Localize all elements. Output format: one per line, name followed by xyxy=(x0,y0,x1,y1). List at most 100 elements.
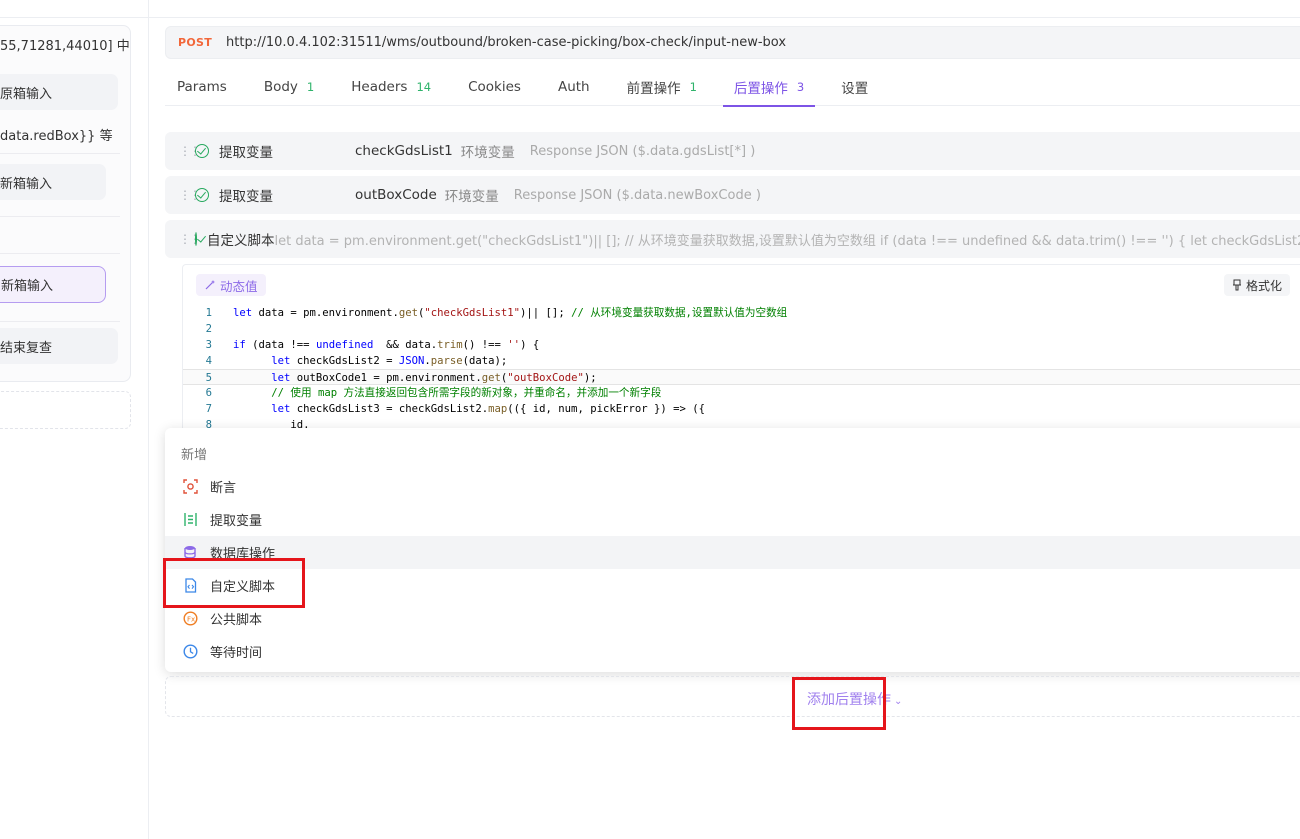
sidebar-add-area[interactable] xyxy=(0,391,131,429)
sidebar-item-new-box-input-selected[interactable]: 新箱输入 xyxy=(0,266,106,303)
drag-handle-icon[interactable]: ⋮⋮ xyxy=(179,144,201,158)
sidebar-top-divider xyxy=(0,17,149,18)
tab-cookies[interactable]: Cookies xyxy=(468,68,521,106)
highlight-box-add-button xyxy=(792,677,886,730)
tab-post-operations[interactable]: 后置操作 3 xyxy=(722,68,816,107)
post-op-scope: 环境变量 xyxy=(444,189,499,205)
line-number: 7 xyxy=(205,403,212,415)
main-top-divider xyxy=(149,17,1300,18)
post-op-variable-name: checkGdsList1 xyxy=(355,143,453,159)
menu-item-custom-script[interactable]: 自定义脚本 xyxy=(165,569,1300,602)
request-tabs: Params Body 1 Headers 14 Cookies Auth 前置操作… xyxy=(165,68,1300,107)
highlight-box-custom-script xyxy=(163,558,305,608)
post-op-row-extract-1[interactable]: ⋮⋮ 提取变量 checkGdsList1 环境变量 Response JSON… xyxy=(165,132,1300,170)
drag-handle-icon[interactable]: ⋮⋮ xyxy=(179,232,201,246)
code-text: let outBoxCode1 = pm.environment.get("ou… xyxy=(271,372,597,384)
sidebar: 55,71281,44010] 中 原箱输入 data.redBox}} 等 新… xyxy=(0,0,149,839)
code-text: if (data !== undefined && data.trim() !=… xyxy=(233,339,540,351)
tab-params[interactable]: Params xyxy=(177,68,227,106)
tab-label: Cookies xyxy=(468,79,521,95)
format-label: 格式化 xyxy=(1245,278,1282,293)
sidebar-divider xyxy=(0,216,120,217)
menu-item-database[interactable]: 数据库操作 xyxy=(165,536,1300,569)
tab-label: Params xyxy=(177,79,227,95)
tab-label: 设置 xyxy=(841,81,869,97)
tab-pre-operations[interactable]: 前置操作 1 xyxy=(627,68,697,106)
menu-item-assert[interactable]: 断言 xyxy=(165,470,1300,503)
tab-settings[interactable]: 设置 xyxy=(841,68,868,106)
sidebar-item-label: 新箱输入 xyxy=(0,176,53,192)
sidebar-item-end-recheck[interactable]: 结束复查 xyxy=(0,328,118,364)
line-number: 6 xyxy=(205,387,212,399)
request-url[interactable]: http://10.0.4.102:31511/wms/outbound/bro… xyxy=(226,35,786,50)
code-line: 4 let checkGdsList2 = JSON.parse(data); xyxy=(183,353,1300,369)
menu-item-wait-time[interactable]: 等待时间 xyxy=(165,635,1300,668)
menu-item-public-script[interactable]: Fx 公共脚本 xyxy=(165,602,1300,635)
sidebar-item-original-box-input[interactable]: 原箱输入 xyxy=(0,74,118,110)
add-post-op-menu: 新增 断言 提取变量 数据库操作 自定义脚本 Fx 公共脚本 等待时间 xyxy=(165,428,1300,672)
sidebar-item-label: 55,71281,44010] 中 xyxy=(0,38,130,54)
sidebar-item-redbox-text: data.redBox}} 等 xyxy=(0,124,149,144)
tab-label: 后置操作 xyxy=(733,81,788,97)
extract-variable-icon xyxy=(182,512,198,528)
sidebar-item-response-text: 55,71281,44010] 中 xyxy=(0,34,149,54)
code-line: 2 xyxy=(183,321,1300,337)
tab-count-badge: 14 xyxy=(416,80,432,94)
dynamic-value-button[interactable]: 动态值 xyxy=(196,274,266,296)
post-op-row-custom-script[interactable]: ⋮⋮ 自定义脚本 let data = pm.environment.get("… xyxy=(165,220,1300,258)
chevron-down-icon: ⌄ xyxy=(894,696,903,707)
post-op-type: 提取变量 xyxy=(219,189,273,205)
sidebar-item-label: 原箱输入 xyxy=(0,86,53,102)
line-number: 1 xyxy=(205,307,212,319)
sidebar-item-label: 结束复查 xyxy=(0,340,53,356)
magic-wand-icon xyxy=(205,280,215,290)
menu-item-label: 断言 xyxy=(210,481,237,496)
sidebar-divider xyxy=(0,153,120,154)
line-number: 4 xyxy=(205,355,212,367)
format-button[interactable]: 格式化 xyxy=(1223,274,1290,296)
menu-item-label: 等待时间 xyxy=(210,646,263,661)
tab-label: Auth xyxy=(557,79,590,95)
tab-auth[interactable]: Auth xyxy=(558,68,590,106)
post-op-type: 自定义脚本 xyxy=(207,233,275,249)
menu-item-label: 公共脚本 xyxy=(210,613,263,628)
drag-handle-icon[interactable]: ⋮⋮ xyxy=(179,188,201,202)
tab-label: 前置操作 xyxy=(626,81,681,97)
post-op-scope: 环境变量 xyxy=(460,145,515,161)
code-line: 3 if (data !== undefined && data.trim() !… xyxy=(183,337,1300,353)
line-number: 3 xyxy=(205,339,212,351)
menu-title: 新增 xyxy=(181,448,208,463)
add-post-op-area[interactable] xyxy=(165,676,1300,717)
code-line: 6 // 使用 map 方法直接返回包含所需字段的新对象，并重命名，并添加一个新… xyxy=(183,385,1300,401)
line-number: 5 xyxy=(205,372,212,384)
post-op-row-extract-2[interactable]: ⋮⋮ 提取变量 outBoxCode 环境变量 Response JSON ($… xyxy=(165,176,1300,214)
url-bar[interactable]: POST http://10.0.4.102:31511/wms/outboun… xyxy=(165,26,1300,59)
dynamic-value-label: 动态值 xyxy=(220,278,258,294)
enabled-check-icon[interactable] xyxy=(195,232,197,246)
code-line: 7 let checkGdsList3 = checkGdsList2.map(… xyxy=(183,401,1300,417)
code-line-current: 5 let outBoxCode1 = pm.environment.get("… xyxy=(183,369,1300,385)
tab-count-badge: 1 xyxy=(306,80,315,94)
http-method-badge[interactable]: POST xyxy=(178,36,212,49)
script-editor-panel: 动态值 格式化 1 let data = pm.environment.get("… xyxy=(182,264,1300,434)
post-op-source: Response JSON ($.data.newBoxCode ) xyxy=(513,187,761,203)
line-number: 2 xyxy=(205,323,212,335)
tab-headers[interactable]: Headers 14 xyxy=(351,68,431,106)
tab-body[interactable]: Body 1 xyxy=(264,68,314,106)
code-editor[interactable]: 1 let data = pm.environment.get("checkGds… xyxy=(183,305,1300,433)
sidebar-item-new-box-input[interactable]: 新箱输入 xyxy=(0,164,106,200)
code-text: let checkGdsList3 = checkGdsList2.map(({… xyxy=(271,403,705,415)
clock-icon xyxy=(182,644,198,660)
enabled-check-icon[interactable] xyxy=(195,144,209,158)
brush-icon xyxy=(1232,279,1241,291)
menu-item-extract-variable[interactable]: 提取变量 xyxy=(165,503,1300,536)
post-op-script-summary: let data = pm.environment.get("checkGdsL… xyxy=(274,233,1300,249)
post-op-type: 提取变量 xyxy=(219,145,273,161)
enabled-check-icon[interactable] xyxy=(195,188,209,202)
menu-item-label: 提取变量 xyxy=(210,514,263,529)
tab-label: Body xyxy=(263,79,298,95)
public-script-icon: Fx xyxy=(182,611,198,627)
post-op-source: Response JSON ($.data.gdsList[*] ) xyxy=(529,143,756,159)
sidebar-divider xyxy=(0,253,120,254)
tab-label: Headers xyxy=(351,79,408,95)
